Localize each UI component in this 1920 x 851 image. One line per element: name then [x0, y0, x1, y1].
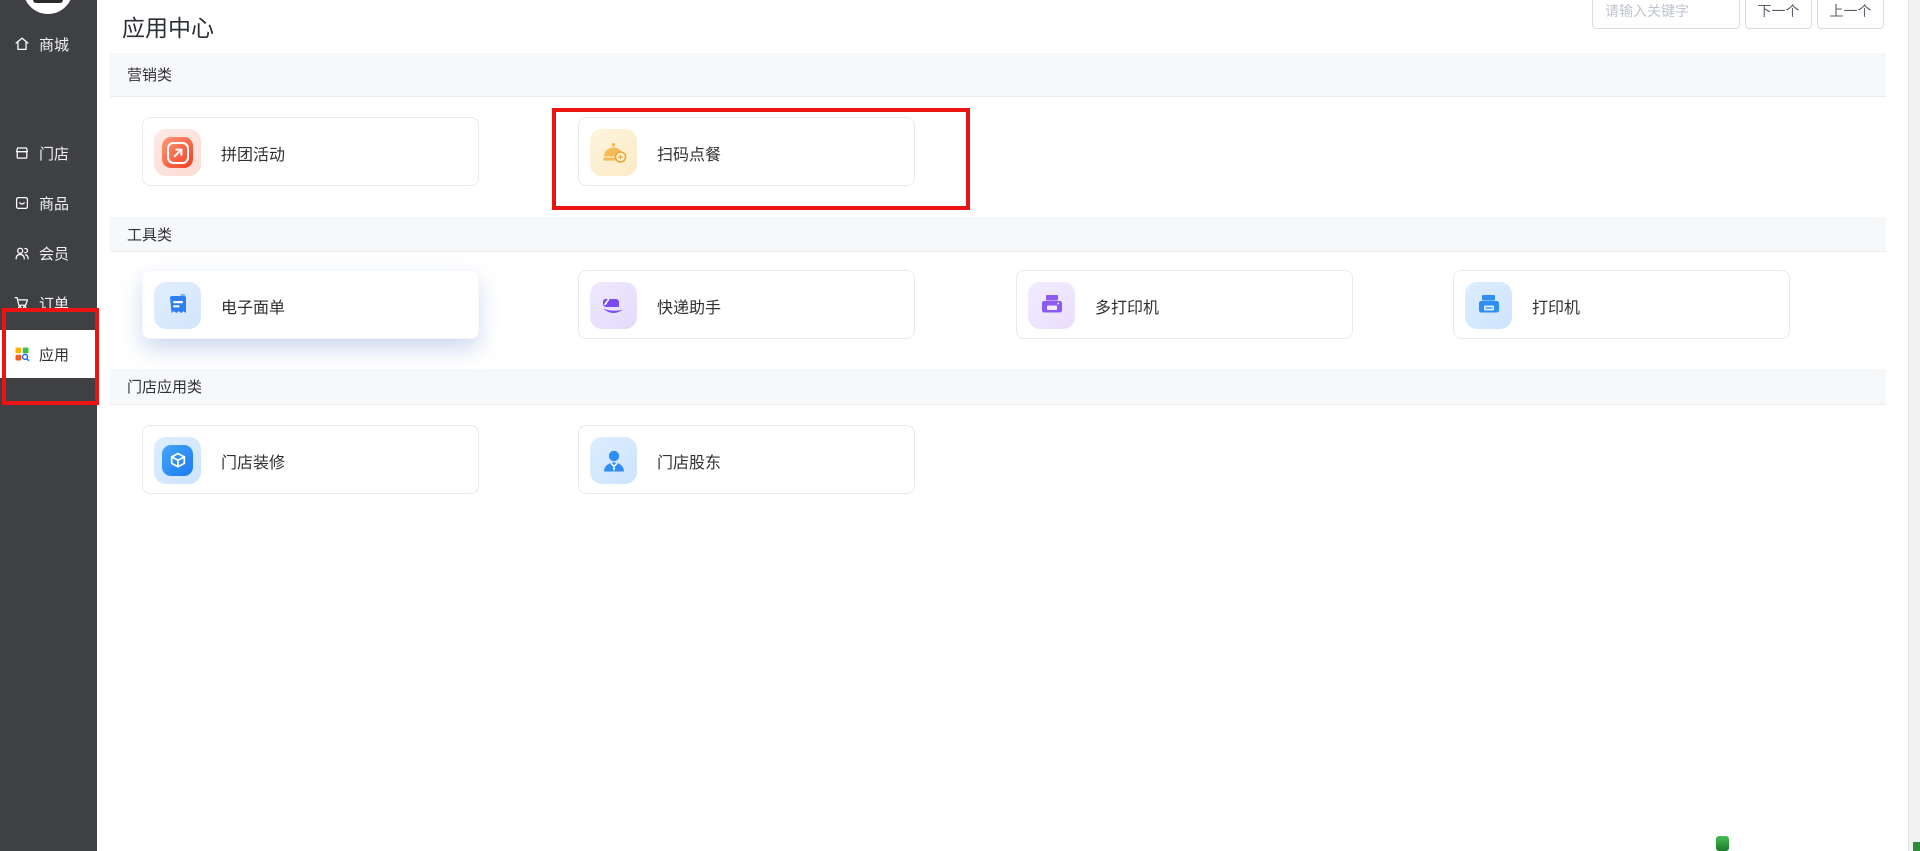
app-card-label: 打印机 — [1532, 299, 1581, 317]
section-title: 工具类 — [127, 226, 173, 244]
app-card-printer[interactable]: 打印机 — [1453, 270, 1790, 339]
group-buy-icon — [154, 129, 201, 176]
scan-order-icon — [590, 129, 637, 176]
logo-mark — [33, 0, 63, 3]
section-header-store-apps: 门店应用类 — [110, 369, 1886, 405]
app-card-express-helper[interactable]: 快递助手 — [578, 270, 915, 339]
app-card-label: 拼团活动 — [221, 146, 286, 164]
section-title: 门店应用类 — [127, 379, 203, 396]
section-title: 营销类 — [127, 67, 173, 84]
corner-widget-icon — [1913, 842, 1920, 851]
app-card-label: 门店股东 — [657, 454, 722, 472]
sidebar-item-mall[interactable]: 商城 — [0, 20, 97, 68]
sidebar-item-label: 门店 — [39, 145, 70, 163]
store-icon — [13, 144, 31, 162]
printer-icon — [1465, 282, 1512, 329]
sidebar-item-members[interactable]: 会员 — [0, 229, 97, 277]
search-input[interactable] — [1592, 0, 1740, 29]
apps-grid-icon — [13, 345, 31, 363]
app-card-scan-order[interactable]: 扫码点餐 — [578, 117, 915, 186]
next-button[interactable]: 下一个 — [1745, 0, 1812, 29]
sidebar-item-stores[interactable]: 门店 — [0, 129, 97, 177]
sidebar-item-apps[interactable]: 应用 — [0, 330, 97, 378]
sidebar-item-label: 商城 — [39, 36, 70, 54]
sidebar-item-orders[interactable]: 订单 — [0, 279, 97, 327]
sidebar: 商城 门店 商品 会员 订单 应用 — [0, 0, 97, 851]
sidebar-item-label: 会员 — [39, 245, 70, 263]
cart-icon — [13, 294, 31, 312]
app-card-store-deco[interactable]: 门店装修 — [142, 425, 479, 494]
scrollbar[interactable] — [1908, 0, 1920, 851]
express-helper-icon — [590, 282, 637, 329]
app-card-label: 快递助手 — [657, 299, 722, 317]
store-deco-icon — [154, 437, 201, 484]
sidebar-item-products[interactable]: 商品 — [0, 179, 97, 227]
floating-widget-icon[interactable] — [1716, 836, 1729, 851]
prev-button[interactable]: 上一个 — [1817, 0, 1884, 29]
sidebar-item-label: 应用 — [39, 346, 70, 364]
section-header-marketing: 营销类 — [110, 53, 1886, 97]
shop-logo-avatar[interactable] — [23, 0, 73, 14]
sidebar-item-label: 订单 — [39, 295, 70, 313]
multi-printer-icon — [1028, 282, 1075, 329]
app-card-label: 门店装修 — [221, 454, 286, 472]
app-card-e-waybill[interactable]: 电子面单 — [142, 270, 479, 339]
page-title: 应用中心 — [122, 15, 214, 41]
app-card-label: 电子面单 — [221, 299, 286, 317]
app-card-label: 扫码点餐 — [657, 146, 722, 164]
app-card-label: 多打印机 — [1095, 299, 1160, 317]
app-card-store-shareholder[interactable]: 门店股东 — [578, 425, 915, 494]
store-shareholder-icon — [590, 437, 637, 484]
members-icon — [13, 244, 31, 262]
e-waybill-icon — [154, 282, 201, 329]
section-header-tools: 工具类 — [110, 217, 1886, 252]
app-card-multi-printer[interactable]: 多打印机 — [1016, 270, 1353, 339]
sidebar-item-label: 商品 — [39, 195, 70, 213]
goods-icon — [13, 194, 31, 212]
home-icon — [13, 35, 31, 53]
app-center-screen: 商城 门店 商品 会员 订单 应用 应用中心 请输入关键字 下一个 上一个 营销… — [0, 0, 1920, 851]
app-card-group-buy[interactable]: 拼团活动 — [142, 117, 479, 186]
